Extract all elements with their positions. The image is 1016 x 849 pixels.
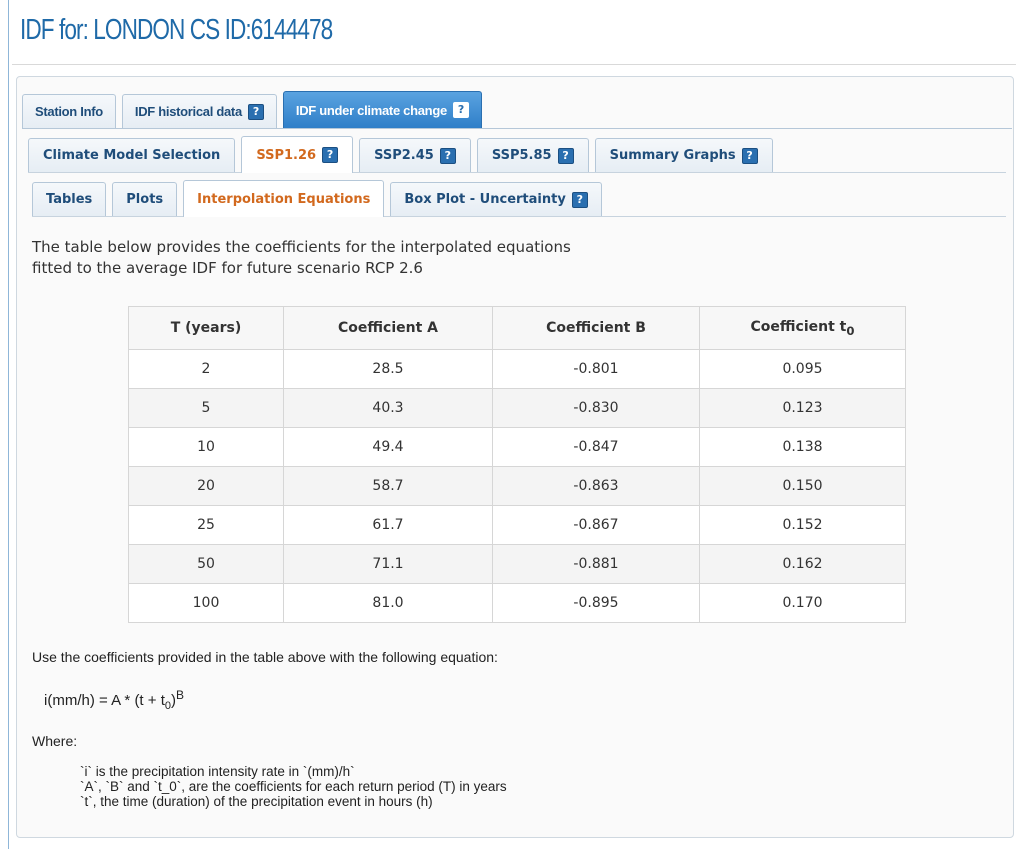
table-cell: 49.4 <box>283 427 493 467</box>
table-cell: 0.138 <box>699 427 906 467</box>
tab-label: Plots <box>126 192 164 207</box>
table-cell: 0.152 <box>699 505 906 545</box>
definitions-list: `i` is the precipitation intensity rate … <box>80 764 507 809</box>
intro-line-2: fitted to the average IDF for future sce… <box>32 259 423 277</box>
tab-label: IDF under climate change <box>295 102 447 118</box>
table-cell: -0.847 <box>492 427 700 467</box>
help-icon[interactable]: ? <box>322 147 339 163</box>
table-cell: 2 <box>128 349 284 389</box>
table-cell: 10 <box>128 427 284 467</box>
tab-interpolation-equations[interactable]: Interpolation Equations <box>183 180 385 217</box>
tab-station-info[interactable]: Station Info <box>22 94 116 128</box>
scenario-tab-bar: Climate Model Selection SSP1.26? SSP2.45? S… <box>28 136 1006 173</box>
view-tab-bar: Tables Plots Interpolation Equations Box Pl… <box>32 180 1006 217</box>
tab-idf-historical-data[interactable]: IDF historical data? <box>121 94 277 128</box>
tab-ssp2-45[interactable]: SSP2.45? <box>359 138 471 172</box>
table-cell: -0.881 <box>492 544 700 584</box>
tab-label: SSP5.85 <box>491 148 552 163</box>
coefficients-table: T (years) Coefficient A Coefficient B Co… <box>128 306 906 623</box>
tab-climate-model-selection[interactable]: Climate Model Selection <box>28 138 236 172</box>
table-cell: 58.7 <box>283 466 493 506</box>
tab-ssp5-85[interactable]: SSP5.85? <box>476 138 589 172</box>
table-cell: -0.830 <box>492 388 700 428</box>
page-title: IDF for: LONDON CS ID:6144478 <box>20 14 333 46</box>
help-icon[interactable]: ? <box>247 103 264 120</box>
table-cell: 0.162 <box>699 544 906 584</box>
tab-label: Climate Model Selection <box>43 148 221 163</box>
title-divider <box>12 64 1016 65</box>
definition-i: `i` is the precipitation intensity rate … <box>80 764 355 779</box>
header-t0-main: Coefficient t <box>750 318 847 335</box>
tab-summary-graphs[interactable]: Summary Graphs? <box>594 138 773 172</box>
table-cell: 28.5 <box>283 349 493 389</box>
help-icon[interactable]: ? <box>571 191 588 208</box>
header-t0-sub: 0 <box>846 323 855 338</box>
table-cell: 20 <box>128 466 284 506</box>
table-cell: -0.863 <box>492 466 700 506</box>
equation-exponent: B <box>176 688 185 702</box>
idf-equation: i(mm/h) = A * (t + t0)B <box>44 688 184 712</box>
table-cell: 0.123 <box>699 388 906 428</box>
table-header-row: T (years) Coefficient A Coefficient B Co… <box>128 306 906 350</box>
header-coefficient-t0: Coefficient t0 <box>699 306 906 350</box>
table-cell: 0.170 <box>699 583 906 623</box>
help-icon[interactable]: ? <box>452 102 469 118</box>
main-tab-bar: Station Info IDF historical data? IDF unde… <box>22 90 1012 129</box>
table-cell: -0.867 <box>492 505 700 545</box>
header-coefficient-a: Coefficient A <box>283 306 493 350</box>
table-cell: 100 <box>128 583 284 623</box>
help-icon[interactable]: ? <box>741 147 758 164</box>
tab-ssp1-26[interactable]: SSP1.26? <box>241 136 354 173</box>
table-cell: 61.7 <box>283 505 493 545</box>
tab-label: IDF historical data <box>134 104 242 119</box>
definition-t: `t`, the time (duration) of the precipit… <box>80 794 433 809</box>
where-label: Where: <box>32 733 78 749</box>
tab-tables[interactable]: Tables <box>32 182 107 216</box>
tab-box-plot-uncertainty[interactable]: Box Plot - Uncertainty? <box>390 182 602 216</box>
table-row: 25 61.7 -0.867 0.152 <box>128 505 906 545</box>
equation-prefix: i(mm/h) = A * (t + t <box>44 692 165 709</box>
left-border <box>0 0 9 849</box>
tab-label: Tables <box>46 192 93 207</box>
definition-coefficients: `A`, `B` and `t_0`, are the coefficients… <box>80 779 507 794</box>
table-cell: 81.0 <box>283 583 493 623</box>
table-row: 50 71.1 -0.881 0.162 <box>128 544 906 584</box>
table-row: 20 58.7 -0.863 0.150 <box>128 466 906 506</box>
table-cell: 71.1 <box>283 544 493 584</box>
tab-label: Station Info <box>35 104 103 119</box>
table-cell: 0.150 <box>699 466 906 506</box>
table-cell: 5 <box>128 388 284 428</box>
table-cell: 40.3 <box>283 388 493 428</box>
table-cell: -0.895 <box>492 583 700 623</box>
help-icon[interactable]: ? <box>557 147 574 164</box>
header-coefficient-b: Coefficient B <box>492 306 700 350</box>
table-row: 100 81.0 -0.895 0.170 <box>128 583 906 623</box>
tab-label: SSP1.26 <box>256 147 317 163</box>
intro-text: The table below provides the coefficient… <box>32 237 672 279</box>
table-cell: 50 <box>128 544 284 584</box>
tab-label: SSP2.45 <box>374 148 434 163</box>
table-row: 2 28.5 -0.801 0.095 <box>128 349 906 389</box>
tab-label: Box Plot - Uncertainty <box>404 192 566 207</box>
tab-idf-under-climate-change[interactable]: IDF under climate change? <box>282 91 482 128</box>
tab-label: Summary Graphs <box>609 148 736 163</box>
header-t-years: T (years) <box>128 306 284 350</box>
usage-instruction: Use the coefficients provided in the tab… <box>32 649 498 665</box>
table-cell: -0.801 <box>492 349 700 389</box>
intro-line-1: The table below provides the coefficient… <box>32 238 571 256</box>
table-cell: 0.095 <box>699 349 906 389</box>
tab-plots[interactable]: Plots <box>112 182 178 216</box>
tab-label: Interpolation Equations <box>197 191 371 207</box>
table-row: 5 40.3 -0.830 0.123 <box>128 388 906 428</box>
table-cell: 25 <box>128 505 284 545</box>
table-row: 10 49.4 -0.847 0.138 <box>128 427 906 467</box>
help-icon[interactable]: ? <box>439 147 456 164</box>
